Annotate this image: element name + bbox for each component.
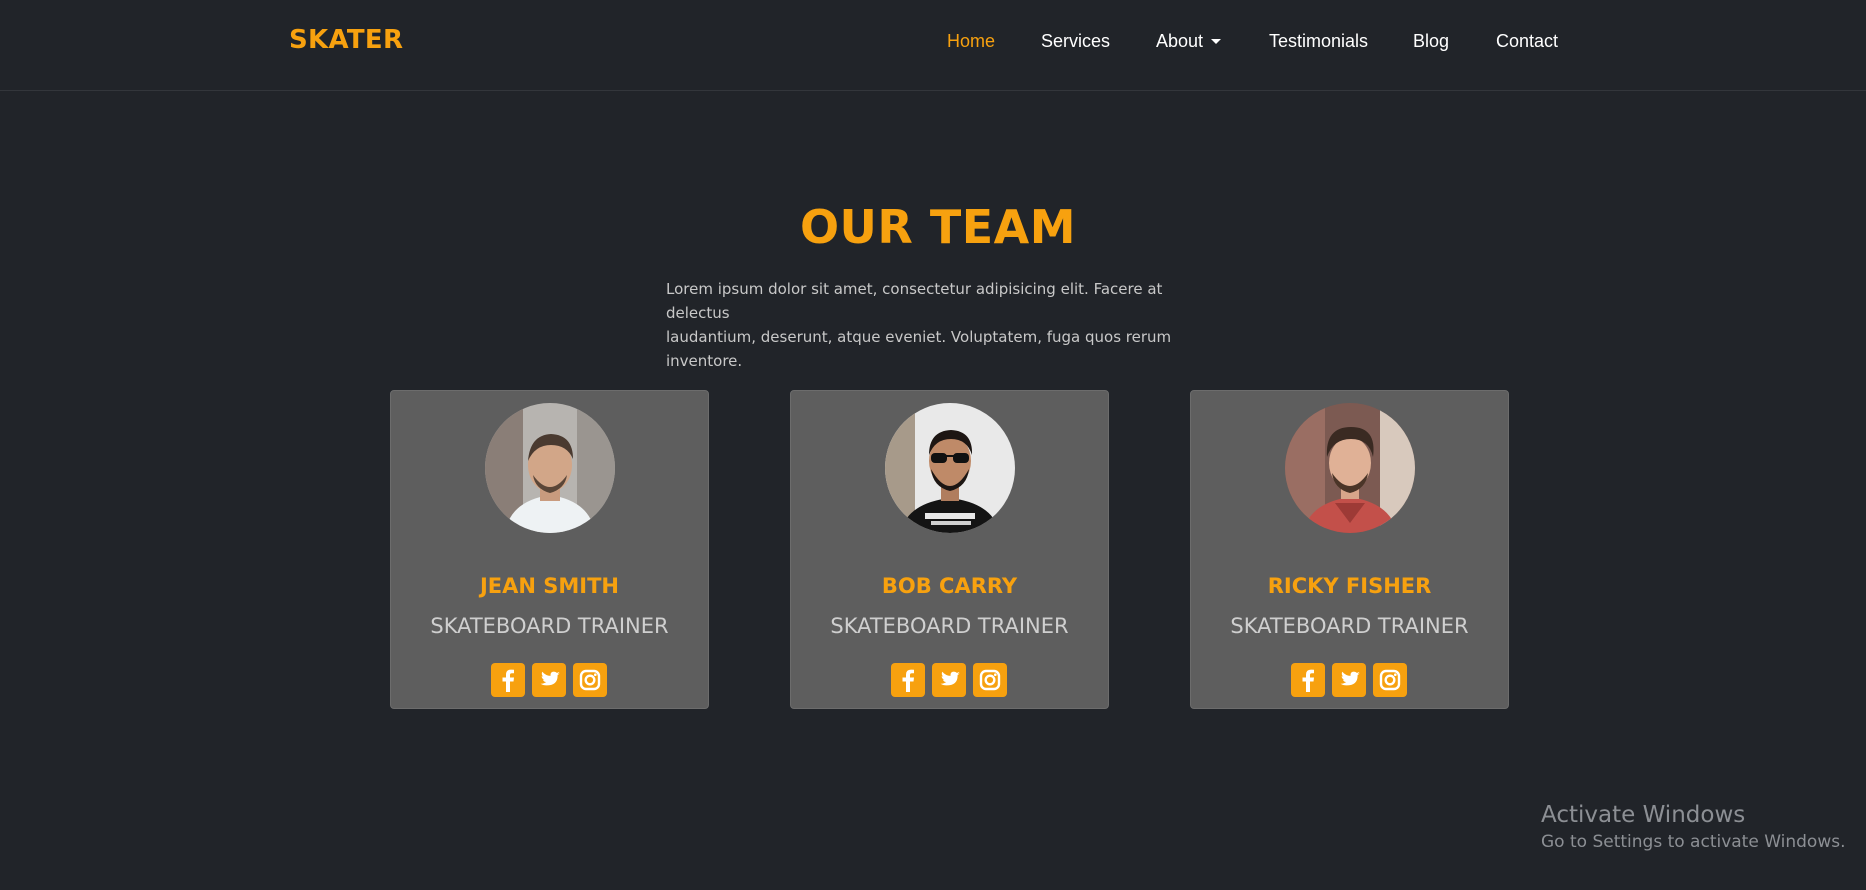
twitter-icon[interactable] <box>932 663 966 697</box>
nav-blog[interactable]: Blog <box>1413 31 1449 52</box>
description-line-2: laudantium, deserunt, atque eveniet. Vol… <box>666 328 1172 370</box>
windows-activation-watermark: Activate Windows Go to Settings to activ… <box>1541 800 1846 854</box>
avatar <box>1285 403 1415 533</box>
member-role: SKATEBOARD TRAINER <box>830 614 1069 638</box>
watermark-title: Activate Windows <box>1541 802 1746 828</box>
member-name: RICKY FISHER <box>1267 574 1432 598</box>
nav-testimonials[interactable]: Testimonials <box>1269 31 1368 52</box>
social-links <box>391 663 708 697</box>
brand-logo[interactable]: SKATER <box>289 25 403 55</box>
member-name: BOB CARRY <box>881 574 1018 598</box>
nav-home[interactable]: Home <box>947 31 995 52</box>
team-section-description: Lorem ipsum dolor sit amet, consectetur … <box>666 277 1226 373</box>
team-card: RICKY FISHER SKATEBOARD TRAINER <box>1190 390 1509 709</box>
facebook-icon[interactable] <box>491 663 525 697</box>
avatar <box>885 403 1015 533</box>
avatar <box>485 403 615 533</box>
chevron-down-icon <box>1211 39 1222 44</box>
team-card: JEAN SMITH SKATEBOARD TRAINER <box>390 390 709 709</box>
twitter-icon[interactable] <box>1332 663 1366 697</box>
social-links <box>791 663 1108 697</box>
member-role: SKATEBOARD TRAINER <box>430 614 669 638</box>
description-line-1: Lorem ipsum dolor sit amet, consectetur … <box>666 280 1163 322</box>
nav-about[interactable]: About <box>1156 31 1222 52</box>
navbar: SKATER Home Services About Testimonials … <box>0 0 1866 91</box>
instagram-icon[interactable] <box>1373 663 1407 697</box>
facebook-icon[interactable] <box>891 663 925 697</box>
twitter-icon[interactable] <box>532 663 566 697</box>
social-links <box>1191 663 1508 697</box>
nav-services[interactable]: Services <box>1041 31 1110 52</box>
watermark-subtitle: Go to Settings to activate Windows. <box>1541 832 1846 852</box>
nav-about-label: About <box>1156 31 1204 51</box>
team-card: BOB CARRY SKATEBOARD TRAINER <box>790 390 1109 709</box>
instagram-icon[interactable] <box>973 663 1007 697</box>
team-section-title: OUR TEAM <box>799 200 1077 254</box>
member-role: SKATEBOARD TRAINER <box>1230 614 1469 638</box>
member-name: JEAN SMITH <box>479 574 620 598</box>
nav-contact[interactable]: Contact <box>1496 31 1558 52</box>
instagram-icon[interactable] <box>573 663 607 697</box>
facebook-icon[interactable] <box>1291 663 1325 697</box>
